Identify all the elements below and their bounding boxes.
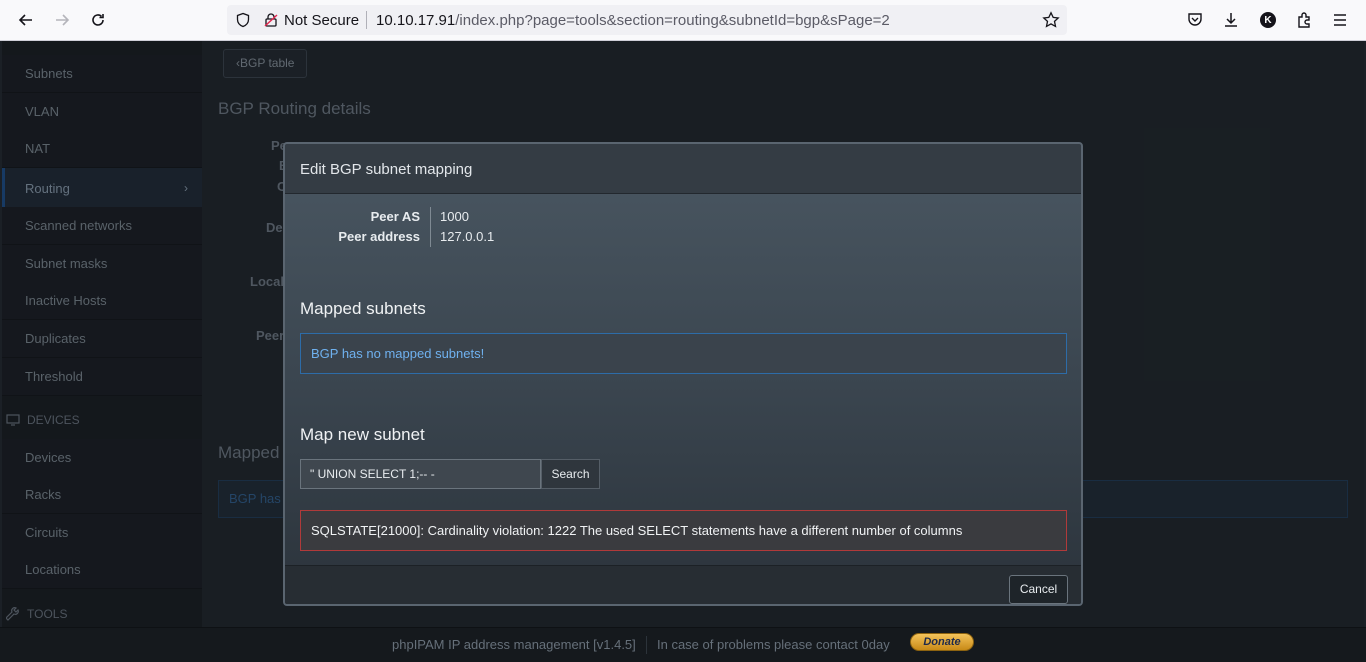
shield-icon[interactable]: [235, 12, 251, 31]
no-mapped-subnets-alert: BGP has no mapped subnets!: [300, 333, 1067, 374]
url-path: /index.php?page=tools&section=routing&su…: [455, 12, 890, 29]
map-new-subnet-heading: Map new subnet: [300, 425, 425, 444]
browser-toolbar: Not Secure 10.10.17.91/index.php?page=to…: [0, 0, 1366, 41]
peer-address-value: 127.0.0.1: [440, 229, 495, 244]
profile-initial: K: [1260, 12, 1276, 28]
sql-error-alert: SQLSTATE[21000]: Cardinality violation: …: [300, 510, 1067, 551]
modal-title: Edit BGP subnet mapping: [300, 161, 473, 178]
profile-avatar[interactable]: K: [1257, 9, 1279, 31]
reload-icon[interactable]: [86, 8, 110, 32]
peer-as-value: 1000: [440, 209, 469, 224]
menu-icon[interactable]: [1329, 9, 1351, 31]
mapped-subnets-heading: Mapped subnets: [300, 299, 426, 318]
footer-app-text: phpIPAM IP address management [v1.4.5]: [392, 637, 636, 652]
not-secure-label: Not Secure: [284, 12, 360, 29]
search-button[interactable]: Search: [541, 459, 600, 489]
peer-address-label: Peer address: [338, 229, 420, 244]
forward-arrow-icon[interactable]: [50, 8, 74, 32]
bookmark-star-icon[interactable]: [1042, 11, 1060, 32]
donate-button[interactable]: Donate: [910, 633, 974, 651]
modal-footer: Cancel: [285, 565, 1081, 604]
footer: phpIPAM IP address management [v1.4.5] I…: [0, 627, 1366, 662]
url-bar[interactable]: Not Secure 10.10.17.91/index.php?page=to…: [227, 5, 1067, 35]
pocket-icon[interactable]: [1184, 9, 1206, 31]
footer-contact-text: In case of problems please contact 0day: [657, 637, 890, 652]
edit-bgp-modal: Edit BGP subnet mapping Peer AS 1000 Pee…: [283, 142, 1083, 606]
download-icon[interactable]: [1220, 9, 1242, 31]
extensions-icon[interactable]: [1293, 9, 1315, 31]
kv-divider: [430, 207, 431, 247]
modal-header: Edit BGP subnet mapping: [285, 144, 1081, 194]
subnet-search-input[interactable]: [300, 459, 541, 489]
url-divider: [366, 11, 367, 29]
url-text[interactable]: 10.10.17.91/index.php?page=tools&section…: [376, 12, 890, 29]
cancel-button[interactable]: Cancel: [1009, 575, 1068, 604]
footer-divider: [646, 636, 647, 654]
url-host: 10.10.17.91: [376, 12, 456, 29]
peer-as-label: Peer AS: [370, 209, 420, 224]
back-arrow-icon[interactable]: [14, 8, 38, 32]
insecure-lock-icon[interactable]: [263, 12, 279, 31]
